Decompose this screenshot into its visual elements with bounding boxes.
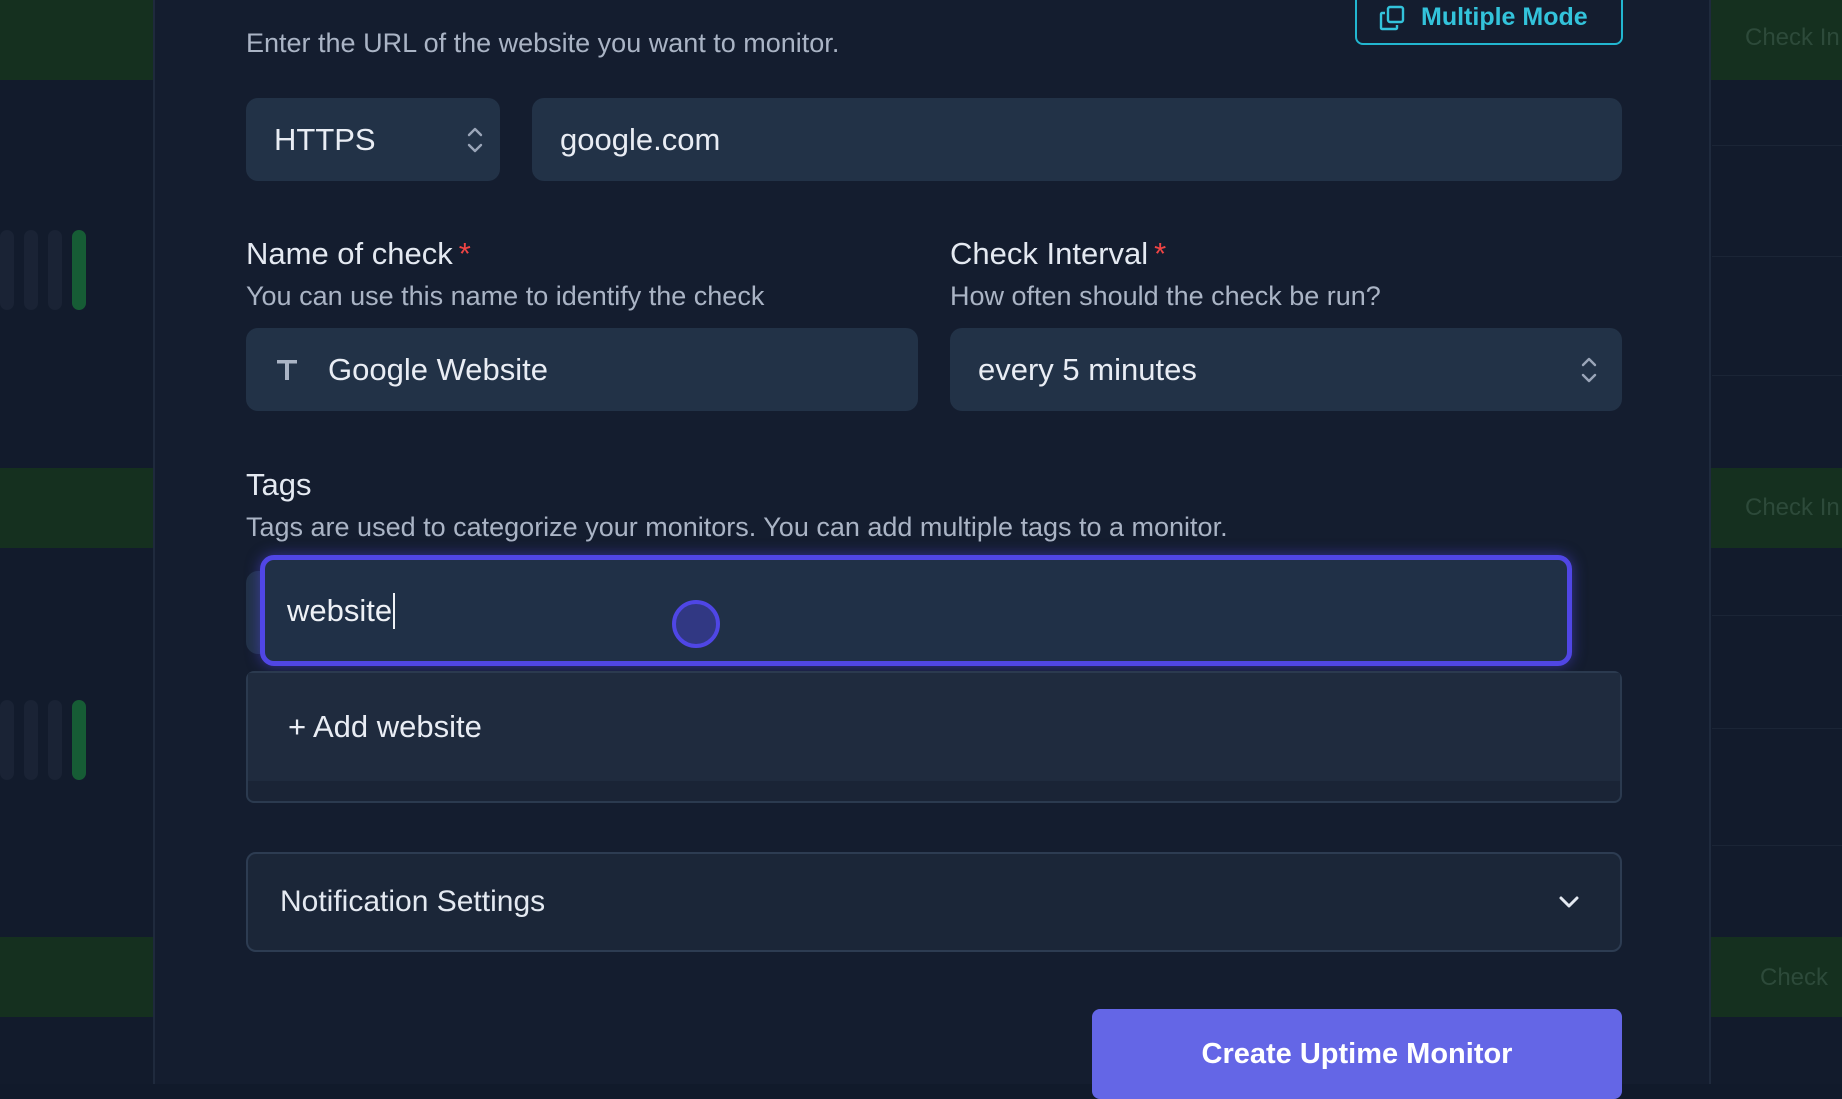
required-mark: *	[1154, 236, 1167, 271]
url-input[interactable]: google.com	[532, 98, 1622, 181]
tags-dropdown: + Add website	[246, 671, 1622, 803]
tags-description: Tags are used to categorize your monitor…	[246, 512, 1228, 542]
tags-label: Tags	[246, 467, 312, 502]
tags-input-value: website	[287, 592, 393, 628]
interval-select[interactable]: every 5 minutes	[950, 328, 1622, 411]
name-input[interactable]: Google Website	[246, 328, 918, 411]
status-bar	[0, 700, 14, 780]
interval-value: every 5 minutes	[978, 351, 1197, 387]
notification-settings-label: Notification Settings	[280, 885, 546, 918]
protocol-value: HTTPS	[274, 121, 376, 157]
background-check-label: Check In	[1745, 494, 1840, 521]
pointer-cursor	[672, 600, 720, 648]
multiple-mode-label: Multiple Mode	[1421, 3, 1588, 31]
status-bar	[48, 230, 62, 310]
status-bar	[24, 230, 38, 310]
status-bar	[48, 700, 62, 780]
tags-input[interactable]: website	[260, 555, 1572, 666]
background-divider	[1712, 375, 1842, 376]
background-divider	[1712, 845, 1842, 846]
interval-field-description: How often should the check be run?	[950, 281, 1381, 311]
background-divider	[1712, 728, 1842, 729]
protocol-select[interactable]: HTTPS	[246, 98, 500, 181]
text-caret	[393, 592, 396, 629]
background-check-label: Check	[1760, 964, 1829, 991]
add-tag-option-label: + Add website	[288, 709, 482, 744]
notification-settings-toggle[interactable]: Notification Settings	[246, 852, 1622, 952]
copy-icon	[1379, 5, 1405, 30]
url-description: Enter the URL of the website you want to…	[246, 28, 840, 58]
create-monitor-button[interactable]: Create Uptime Monitor	[1092, 1009, 1622, 1099]
status-bar	[0, 230, 14, 310]
background-check-label: Check In	[1745, 24, 1840, 51]
add-tag-option[interactable]: + Add website	[248, 673, 1620, 781]
chevron-up-down-icon	[467, 127, 483, 153]
create-monitor-modal: Multiple Mode Enter the URL of the websi…	[153, 0, 1711, 1099]
name-field-label: Name of check *	[246, 236, 471, 271]
status-bar	[72, 230, 86, 310]
create-monitor-label: Create Uptime Monitor	[1201, 1037, 1513, 1070]
background-divider	[1712, 256, 1842, 257]
background-divider	[1712, 145, 1842, 146]
required-mark: *	[458, 236, 471, 271]
url-input-value: google.com	[560, 121, 721, 157]
background-divider	[1712, 615, 1842, 616]
interval-field-label: Check Interval *	[950, 236, 1167, 271]
status-bar	[24, 700, 38, 780]
multiple-mode-button[interactable]: Multiple Mode	[1355, 0, 1623, 45]
name-input-value: Google Website	[328, 351, 548, 387]
text-type-icon	[277, 359, 297, 380]
chevron-down-icon	[1559, 896, 1579, 908]
status-bar	[72, 700, 86, 780]
name-field-description: You can use this name to identify the ch…	[246, 281, 765, 311]
chevron-up-down-icon	[1581, 357, 1597, 383]
